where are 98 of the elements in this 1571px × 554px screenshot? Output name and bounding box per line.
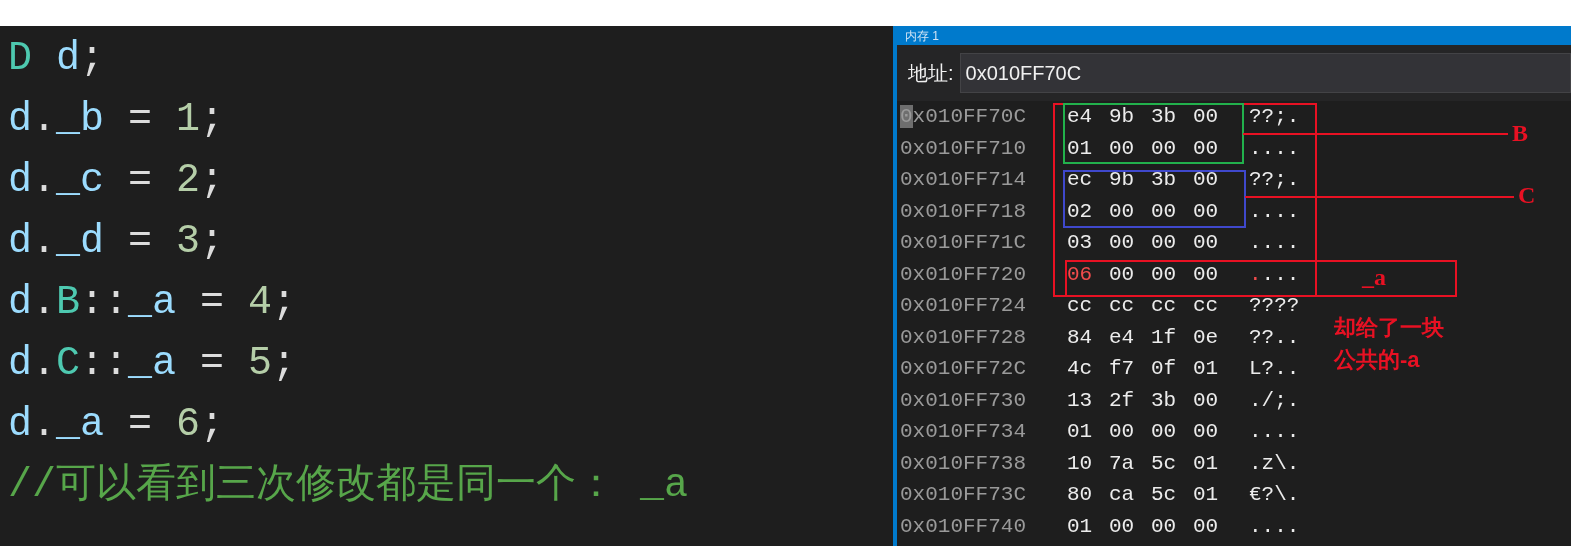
memory-byte: 06 <box>1067 261 1094 288</box>
memory-byte: cc <box>1151 293 1178 319</box>
memory-ascii: .... <box>1249 513 1300 540</box>
memory-byte: ec <box>1067 167 1094 193</box>
memory-ascii: .... <box>1249 230 1300 256</box>
memory-byte: 00 <box>1109 261 1136 288</box>
code-line: d.B::_a = 4; <box>8 279 298 327</box>
memory-byte: 00 <box>1151 135 1178 162</box>
memory-byte: 13 <box>1067 387 1094 414</box>
memory-address: 0x010FF710 <box>900 135 1028 162</box>
memory-byte: 1f <box>1151 324 1178 351</box>
memory-address: 0x010FF728 <box>900 324 1028 351</box>
memory-address: 0x010FF71C <box>900 230 1028 256</box>
memory-ascii: .... <box>1249 198 1300 225</box>
memory-byte: 3b <box>1151 167 1178 193</box>
memory-byte: 84 <box>1067 324 1094 351</box>
memory-byte: 00 <box>1151 513 1178 540</box>
memory-byte: 01 <box>1067 419 1094 445</box>
memory-byte: cc <box>1193 293 1220 319</box>
memory-byte: ca <box>1109 482 1136 508</box>
memory-byte: 00 <box>1109 230 1136 256</box>
annotation-label: _a <box>1362 263 1386 292</box>
memory-byte: e4 <box>1067 104 1094 130</box>
memory-ascii: ???? <box>1249 293 1300 319</box>
memory-byte: 5c <box>1151 450 1178 477</box>
annotation-label: C <box>1518 181 1536 210</box>
memory-byte: 00 <box>1193 198 1220 225</box>
memory-byte: 00 <box>1151 230 1178 256</box>
memory-byte: cc <box>1067 293 1094 319</box>
memory-byte: 00 <box>1109 419 1136 445</box>
memory-byte: e4 <box>1109 324 1136 351</box>
memory-byte: 2f <box>1109 387 1136 414</box>
memory-byte: 0e <box>1193 324 1220 351</box>
memory-byte: 01 <box>1067 513 1094 540</box>
window-title: 内存 1 <box>905 28 939 43</box>
memory-address: 0x010FF720 <box>900 261 1028 288</box>
address-field[interactable]: 0x010FF70C <box>959 53 1571 93</box>
annotation-label: B <box>1512 119 1528 148</box>
memory-ascii: €?\. <box>1249 482 1300 508</box>
memory-address: 0x010FF738 <box>900 450 1028 477</box>
code-line: d._d = 3; <box>8 218 226 266</box>
address-label: 地址: <box>908 61 954 86</box>
memory-address: 0x010FF718 <box>900 198 1028 225</box>
memory-byte: 3b <box>1151 387 1178 414</box>
memory-byte: 00 <box>1193 419 1220 445</box>
memory-byte: 3b <box>1151 104 1178 130</box>
code-comment: //可以看到三次修改都是同一个： _a <box>8 462 690 510</box>
memory-byte: 4c <box>1067 356 1094 382</box>
memory-ascii: .... <box>1249 135 1300 162</box>
memory-byte: 01 <box>1067 135 1094 162</box>
memory-ascii: L?.. <box>1249 356 1300 382</box>
memory-byte: 10 <box>1067 450 1094 477</box>
memory-ascii: ??;. <box>1249 167 1300 193</box>
memory-ascii: .... <box>1249 261 1300 288</box>
memory-ascii: .... <box>1249 419 1300 445</box>
memory-byte: 00 <box>1151 198 1178 225</box>
memory-byte: 01 <box>1193 482 1220 508</box>
memory-byte: 00 <box>1193 104 1220 130</box>
memory-byte: 02 <box>1067 198 1094 225</box>
code-line: d.C::_a = 5; <box>8 340 298 388</box>
memory-byte: 7a <box>1109 450 1136 477</box>
memory-byte: 5c <box>1151 482 1178 508</box>
memory-byte: 00 <box>1193 513 1220 540</box>
code-line: D d; <box>8 35 106 83</box>
memory-byte: 03 <box>1067 230 1094 256</box>
memory-byte: 00 <box>1193 135 1220 162</box>
memory-byte: 00 <box>1151 419 1178 445</box>
memory-address: 0x010FF734 <box>900 419 1028 445</box>
memory-byte: cc <box>1109 293 1136 319</box>
code-line: d._b = 1; <box>8 96 226 144</box>
code-line: d._a = 6; <box>8 401 226 449</box>
memory-byte: 00 <box>1109 135 1136 162</box>
memory-address: 0x010FF714 <box>900 167 1028 193</box>
memory-byte: 00 <box>1109 198 1136 225</box>
memory-byte: 00 <box>1151 261 1178 288</box>
memory-byte: 00 <box>1193 230 1220 256</box>
memory-ascii: ??;. <box>1249 104 1300 130</box>
memory-ascii: ./;. <box>1249 387 1300 414</box>
memory-address: 0x010FF740 <box>900 513 1028 540</box>
memory-byte: 01 <box>1193 450 1220 477</box>
memory-byte: 9b <box>1109 104 1136 130</box>
memory-byte: 00 <box>1109 513 1136 540</box>
memory-byte: 9b <box>1109 167 1136 193</box>
annotation-note: 却给了一块 公共的-a <box>1334 314 1444 374</box>
memory-byte: 00 <box>1193 387 1220 414</box>
memory-byte: 01 <box>1193 356 1220 382</box>
memory-address: 0x010FF730 <box>900 387 1028 414</box>
memory-byte: 00 <box>1193 261 1220 288</box>
memory-byte: f7 <box>1109 356 1136 382</box>
memory-byte: 0f <box>1151 356 1178 382</box>
memory-ascii: .z\. <box>1249 450 1300 477</box>
memory-address: 0x010FF73C <box>900 482 1028 508</box>
memory-address: 0x010FF72C <box>900 356 1028 382</box>
code-line: d._c = 2; <box>8 157 226 205</box>
memory-byte: 00 <box>1193 167 1220 193</box>
memory-byte: 80 <box>1067 482 1094 508</box>
memory-address: 0x010FF724 <box>900 293 1028 319</box>
memory-ascii: ??.. <box>1249 324 1300 351</box>
